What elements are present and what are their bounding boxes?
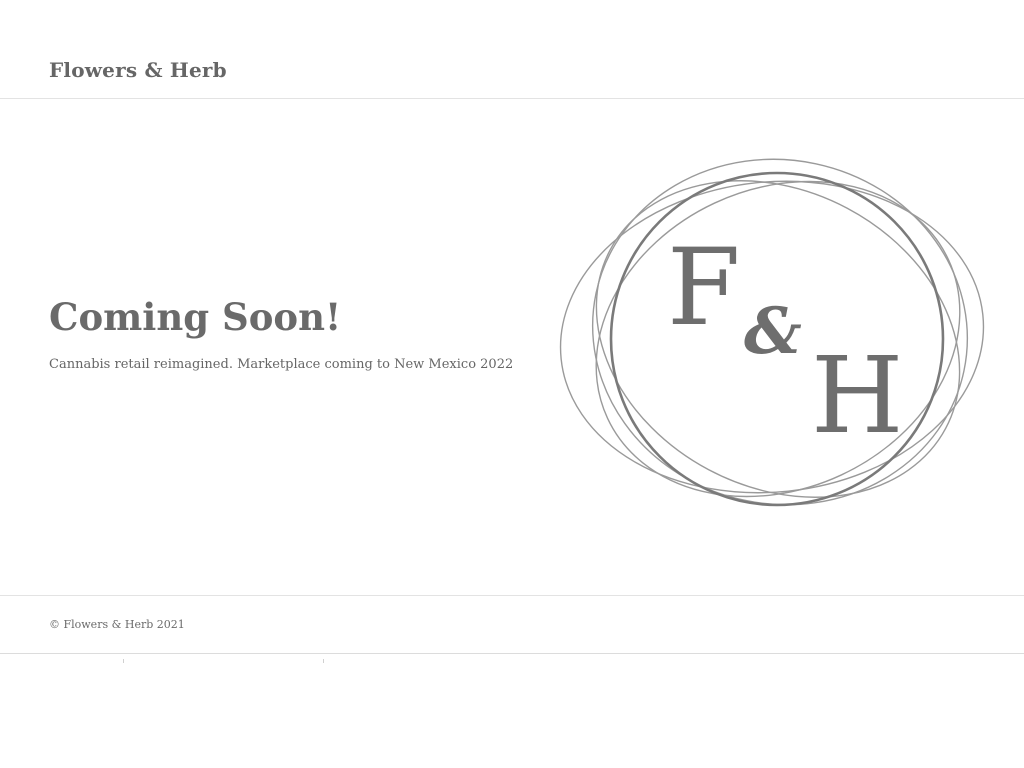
site-header: Flowers & Herb [0, 0, 1024, 99]
divider-tick [323, 659, 324, 663]
brand-link[interactable]: Flowers & Herb [49, 58, 227, 82]
fh-logo-graphic: F & H [559, 158, 985, 507]
fh-logo: F & H [550, 149, 1005, 534]
page: Flowers & Herb Coming Soon! Cannabis ret… [0, 0, 1024, 768]
hero-title: Coming Soon! [49, 295, 342, 339]
hero-section: Coming Soon! Cannabis retail reimagined.… [0, 99, 1024, 595]
logo-letter-h: H [811, 334, 903, 457]
logo-ampersand: & [744, 294, 802, 369]
site-footer: © Flowers & Herb 2021 [0, 595, 1024, 654]
logo-letter-f: F [667, 226, 741, 349]
divider-tick [123, 659, 124, 663]
hero-subtitle: Cannabis retail reimagined. Marketplace … [49, 357, 514, 372]
copyright-text: © Flowers & Herb 2021 [49, 618, 185, 631]
